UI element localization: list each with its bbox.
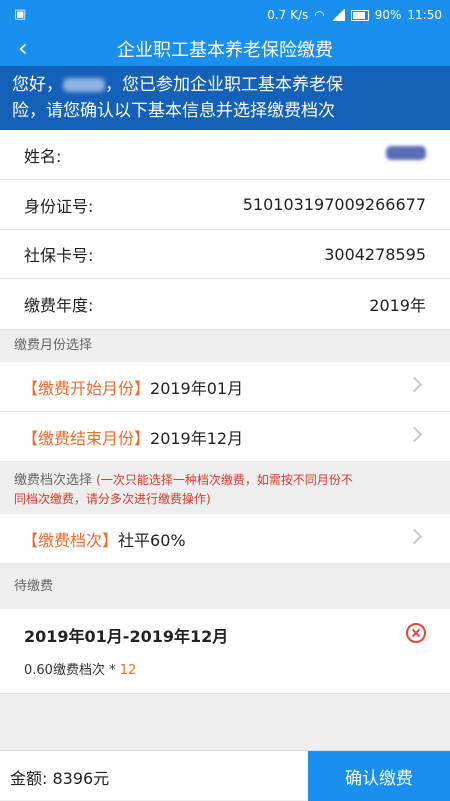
grade-warning-line1: (一次只能选择一种档次缴费，如需按不同月份不 (96, 473, 353, 487)
chevron-right-icon (406, 376, 423, 393)
name-value-masked (386, 145, 426, 164)
page-title: 企业职工基本养老保险缴费 (117, 40, 333, 61)
pending-payment-card: 2019年01月-2019年12月 0.60缴费档次 * 12 (0, 609, 450, 694)
delete-icon[interactable] (406, 623, 426, 643)
pending-period: 2019年01月-2019年12月 (24, 627, 229, 646)
end-month-tag: 【缴费结束月份】 (22, 428, 151, 448)
start-month-value: 2019年01月 (150, 378, 244, 398)
clock: 11:50 (407, 8, 442, 22)
card-number-label: 社保卡号: (24, 246, 94, 265)
status-bar: ▣ 0.7 K/s ◠ 90% 11:50 (0, 0, 450, 32)
status-indicators: 0.7 K/s ◠ 90% 11:50 (267, 8, 442, 22)
welcome-notice: 您好， ，您已参加企业职工基本养老保 险，请您确认以下基本信息并选择缴费档次 (0, 66, 450, 130)
id-number-row: 身份证号: 510103197009266677 (0, 180, 450, 230)
pending-section-title: 待缴费 (14, 579, 54, 594)
signal-icon (330, 9, 345, 21)
back-arrow-icon[interactable]: ‹ (18, 35, 28, 61)
notice-line2: 险，请您确认以下基本信息并选择缴费档次 (12, 101, 335, 121)
pending-detail-text: 0.60缴费档次 * (24, 663, 120, 678)
start-month-selector[interactable]: 【缴费开始月份】 2019年01月 (0, 362, 450, 412)
card-number-row: 社保卡号: 3004278595 (0, 230, 450, 279)
confirm-payment-button[interactable]: 确认缴费 (308, 751, 450, 801)
payment-year-row: 缴费年度: 2019年 (0, 279, 450, 330)
end-month-value: 2019年12月 (150, 428, 244, 448)
notification-icon: ▣ (14, 7, 27, 22)
chevron-right-icon (406, 528, 423, 545)
card-number-value: 3004278595 (324, 244, 426, 264)
pending-detail: 0.60缴费档次 * 12 (24, 659, 136, 678)
id-number-label: 身份证号: (24, 196, 94, 216)
grade-section-header: 缴费档次选择 (一次只能选择一种档次缴费，如需按不同月份不 同档次缴费，请分多次… (0, 462, 450, 514)
network-speed: 0.7 K/s (267, 8, 309, 22)
grade-selector[interactable]: 【缴费档次】 社平60% (0, 514, 450, 564)
pending-section-header: 待缴费 (0, 564, 450, 609)
grade-tag: 【缴费档次】 (22, 530, 119, 550)
month-section-title: 缴费月份选择 (14, 338, 93, 353)
chevron-right-icon (406, 426, 423, 443)
battery-level: 90% (374, 8, 402, 22)
id-number-value: 510103197009266677 (242, 195, 426, 214)
grade-value: 社平60% (118, 530, 186, 550)
wifi-icon: ◠ (314, 8, 325, 22)
pending-detail-count: 12 (119, 663, 137, 678)
start-month-tag: 【缴费开始月份】 (22, 378, 151, 398)
grade-section-title: 缴费档次选择 (14, 473, 93, 488)
battery-icon (350, 9, 369, 21)
total-amount: 金额: 8396元 (10, 769, 110, 788)
payment-year-value: 2019年 (369, 296, 426, 315)
notice-line1: ，您已参加企业职工基本养老保 (105, 75, 343, 95)
masked-user-name (63, 78, 105, 92)
name-row: 姓名: (0, 130, 450, 180)
bottom-bar: 金额: 8396元 确认缴费 (0, 750, 450, 801)
notice-greeting: 您好， (12, 75, 63, 95)
title-bar: ‹ 企业职工基本养老保险缴费 (0, 32, 450, 66)
end-month-selector[interactable]: 【缴费结束月份】 2019年12月 (0, 412, 450, 462)
month-section-header: 缴费月份选择 (0, 330, 450, 362)
payment-year-label: 缴费年度: (24, 296, 94, 315)
grade-warning-line2: 同档次缴费，请分多次进行缴费操作) (14, 492, 211, 506)
name-label: 姓名: (24, 146, 62, 166)
